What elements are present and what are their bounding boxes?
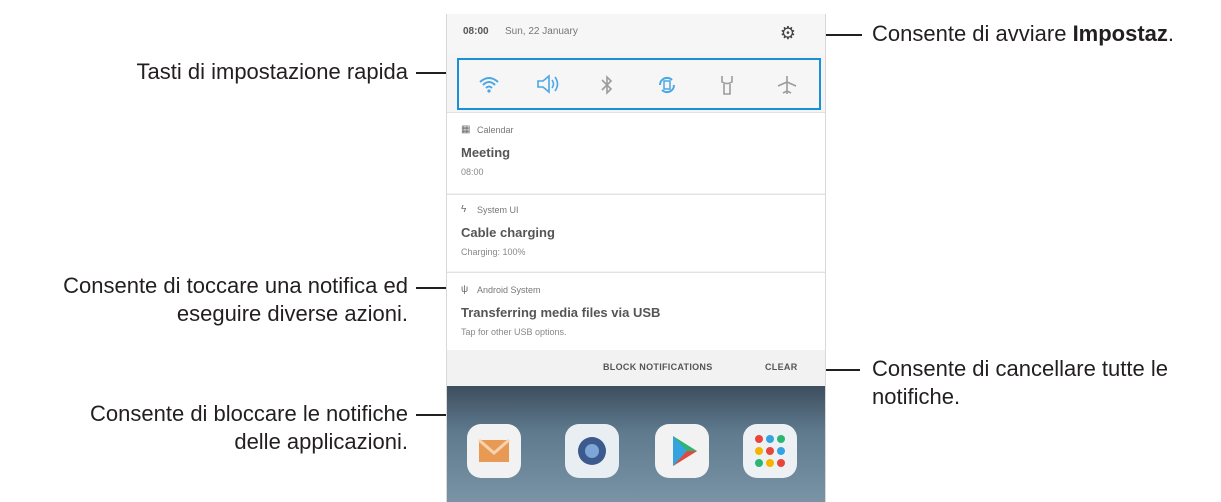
clear-button[interactable]: CLEAR xyxy=(765,362,798,372)
callout-settings: Consente di avviare Impostaz. xyxy=(872,20,1217,48)
callout-tap-line1: Consente di toccare una notifica ed xyxy=(63,273,408,298)
bluetooth-icon[interactable] xyxy=(595,74,619,98)
notification-actions-bar: BLOCK NOTIFICATIONS CLEAR xyxy=(447,350,825,386)
notification-card[interactable]: ϟ System UI Cable charging Charging: 100… xyxy=(447,194,825,271)
notification-app-name: Android System xyxy=(477,285,541,295)
flashlight-icon[interactable] xyxy=(715,74,739,98)
play-store-app-icon[interactable] xyxy=(655,424,709,478)
callout-tap-notification: Consente di toccare una notifica ed eseg… xyxy=(0,272,408,328)
charging-bolt-icon: ϟ xyxy=(461,204,467,215)
notification-subtitle: Tap for other USB options. xyxy=(461,327,567,337)
notification-card[interactable]: ▦ Calendar Meeting 08:00 xyxy=(447,112,825,193)
callout-clear-line2: notifiche. xyxy=(872,384,961,409)
camera-app-icon[interactable] xyxy=(565,424,619,478)
notification-panel: 08:00 Sun, 22 January ⚙ ︾ ▦ Calendar Mee… xyxy=(446,14,826,502)
callout-settings-suffix: . xyxy=(1167,21,1175,46)
callout-settings-bold: Impostaz xyxy=(1072,21,1168,46)
settings-gear-icon[interactable]: ⚙ xyxy=(777,22,799,44)
notification-title: Cable charging xyxy=(461,225,555,240)
callout-settings-prefix: Consente di avviare xyxy=(872,21,1073,46)
notification-card[interactable]: ψ Android System Transferring media file… xyxy=(447,272,825,351)
status-time: 08:00 xyxy=(463,26,489,37)
callout-clear: Consente di cancellare tutte le notifich… xyxy=(872,355,1217,411)
notification-title: Meeting xyxy=(461,145,511,160)
callout-quick-settings: Tasti di impostazione rapida xyxy=(136,59,408,84)
callout-clear-line1: Consente di cancellare tutte le xyxy=(872,356,1168,381)
quick-settings-bar xyxy=(457,58,821,110)
auto-rotate-icon[interactable] xyxy=(655,74,679,98)
status-date: Sun, 22 January xyxy=(505,26,578,37)
wifi-icon[interactable] xyxy=(477,74,501,98)
sound-icon[interactable] xyxy=(535,74,559,98)
callout-block-notifications: Consente di bloccare le notifiche delle … xyxy=(0,400,408,456)
callout-tap-line2: eseguire diverse azioni. xyxy=(176,301,408,326)
block-notifications-button[interactable]: BLOCK NOTIFICATIONS xyxy=(603,362,713,372)
notification-subtitle: 08:00 xyxy=(461,167,484,177)
notification-title: Transferring media files via USB xyxy=(461,305,661,320)
home-screen-background xyxy=(447,386,825,502)
notification-app-name: Calendar xyxy=(477,125,514,135)
airplane-icon[interactable] xyxy=(775,74,799,98)
status-bar: 08:00 Sun, 22 January ⚙ xyxy=(447,14,825,54)
callout-block-line2: delle applicazioni. xyxy=(234,429,408,454)
calendar-icon: ▦ xyxy=(461,124,471,135)
email-app-icon[interactable] xyxy=(467,424,521,478)
google-folder-icon[interactable] xyxy=(743,424,797,478)
usb-icon: ψ xyxy=(461,284,469,295)
callout-block-line1: Consente di bloccare le notifiche xyxy=(90,401,408,426)
notification-subtitle: Charging: 100% xyxy=(461,247,526,257)
notification-app-name: System UI xyxy=(477,205,519,215)
